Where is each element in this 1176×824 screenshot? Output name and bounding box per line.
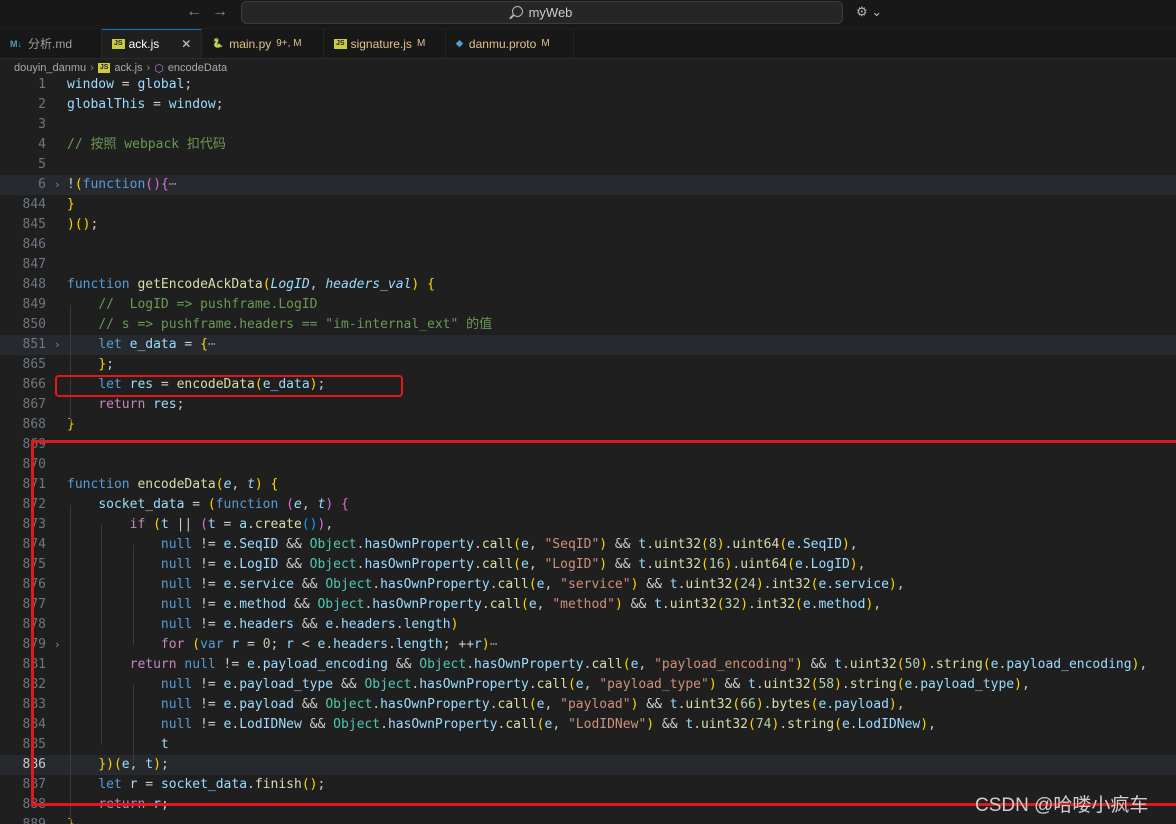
tab-signature-js[interactable]: JS signature.js M	[324, 29, 446, 58]
highlight-box-encode-function	[31, 440, 1176, 806]
breadcrumb-symbol[interactable]: encodeData	[168, 62, 227, 74]
breadcrumb-file[interactable]: ack.js	[114, 62, 142, 74]
indent-guide	[70, 305, 71, 425]
line-number: 1	[38, 77, 46, 92]
code-line[interactable]: 3	[0, 115, 1176, 135]
code-text: }	[67, 197, 75, 212]
tab-analysis-md[interactable]: M↓ 分析.md	[0, 29, 102, 58]
code-line[interactable]: 5	[0, 155, 1176, 175]
symbol-method-icon: ⬡	[154, 62, 164, 75]
code-line[interactable]: 4 // 按照 webpack 扣代码	[0, 135, 1176, 155]
tab-label: 分析.md	[28, 37, 73, 51]
code-text: )();	[67, 217, 99, 232]
workspace-name: myWeb	[528, 5, 573, 20]
javascript-file-icon: JS	[334, 38, 347, 49]
code-line[interactable]: 868}	[0, 415, 1176, 435]
line-number: 848	[22, 277, 46, 292]
fold-chevron-icon[interactable]: ›	[54, 175, 61, 195]
line-number: 844	[22, 197, 46, 212]
line-number: 847	[22, 257, 46, 272]
code-line[interactable]: 848 function getEncodeAckData(LogID, head…	[0, 275, 1176, 295]
close-icon[interactable]: ✕	[181, 37, 191, 51]
code-line[interactable]: 6 › !(function(){⋯	[0, 175, 1176, 195]
code-text: // 按照 webpack 扣代码	[67, 137, 226, 152]
code-line[interactable]: 1 window = global;	[0, 75, 1176, 95]
highlight-box-encode-call	[55, 375, 403, 397]
tab-main-py[interactable]: 🐍 main.py 9+, M	[202, 29, 324, 58]
javascript-file-icon: JS	[97, 63, 111, 73]
watermark: CSDN @哈喽小疯车	[975, 795, 1149, 816]
line-number: 846	[22, 237, 46, 252]
tab-label: signature.js	[350, 36, 412, 51]
chevron-right-icon: ›	[90, 62, 94, 74]
line-number: 849	[22, 297, 46, 312]
editor-tabs: M↓ 分析.md JS ack.js ✕ 🐍 main.py 9+, M JS …	[0, 29, 1176, 59]
line-number: 6	[38, 177, 46, 192]
line-number: 5	[38, 157, 46, 172]
line-number: 889	[0, 815, 46, 824]
markdown-file-icon: M↓	[10, 38, 22, 49]
breadcrumb: douyin_danmu › JS ack.js › ⬡ encodeData	[14, 60, 227, 76]
tab-badge: M	[416, 38, 426, 49]
line-number: 868	[22, 417, 46, 432]
python-file-icon: 🐍	[212, 38, 224, 48]
forward-arrow-icon[interactable]: →	[212, 3, 228, 21]
code-text: let e_data = {⋯	[98, 337, 216, 352]
title-bar: ← → myWeb ⚙ ⌄	[0, 0, 1176, 28]
tab-danmu-proto[interactable]: ◆ danmu.proto M	[446, 29, 574, 58]
line-number: 850	[22, 317, 46, 332]
code-line[interactable]: 845 )();	[0, 215, 1176, 235]
line-number: 865	[22, 357, 46, 372]
fold-chevron-icon[interactable]: ›	[54, 335, 61, 355]
code-line[interactable]: 849 // LogID => pushframe.LogID	[0, 295, 1176, 315]
tab-label: danmu.proto	[468, 36, 537, 51]
code-line[interactable]: 2 globalThis = window;	[0, 95, 1176, 115]
command-center-search[interactable]: myWeb	[241, 1, 843, 24]
code-line[interactable]: 850 // s => pushframe.headers == "im-int…	[0, 315, 1176, 335]
code-text: // s => pushframe.headers == "im-interna…	[98, 317, 493, 332]
line-number: 4	[38, 137, 46, 152]
code-text: !(function(){⋯	[67, 177, 177, 192]
code-text: // LogID => pushframe.LogID	[98, 297, 318, 312]
line-number: 2	[38, 97, 46, 112]
chevron-right-icon: ›	[146, 62, 151, 74]
breadcrumb-folder[interactable]: douyin_danmu	[14, 62, 86, 74]
code-line[interactable]: 867 return res;	[0, 395, 1176, 415]
javascript-file-icon: JS	[112, 39, 125, 49]
code-text: globalThis = window;	[67, 97, 224, 112]
tab-ack-js[interactable]: JS ack.js ✕	[102, 29, 202, 58]
code-text: function getEncodeAckData(LogID, headers…	[67, 277, 435, 292]
proto-file-icon: ◆	[456, 38, 463, 48]
code-line[interactable]: 851 › let e_data = {⋯	[0, 335, 1176, 355]
code-text: };	[98, 357, 114, 372]
code-line[interactable]: 844}	[0, 195, 1176, 215]
search-icon	[511, 6, 523, 17]
back-arrow-icon[interactable]: ←	[186, 3, 202, 21]
line-number: 851	[22, 337, 46, 352]
line-number: 867	[22, 397, 46, 412]
line-number: 3	[38, 117, 46, 132]
line-number: 866	[22, 377, 46, 392]
code-text: window = global;	[67, 77, 193, 92]
tab-label: ack.js	[128, 37, 160, 51]
tab-badge: M	[541, 38, 550, 49]
code-text: return res;	[98, 397, 185, 412]
tab-label: main.py	[229, 36, 272, 51]
code-line[interactable]: 847	[0, 255, 1176, 275]
line-number: 845	[22, 217, 46, 232]
accounts-icon[interactable]: ⚙ ⌄	[856, 4, 882, 20]
code-line[interactable]: 846	[0, 235, 1176, 255]
code-line[interactable]: 865 };	[0, 355, 1176, 375]
tab-badge: 9+, M	[276, 38, 302, 49]
